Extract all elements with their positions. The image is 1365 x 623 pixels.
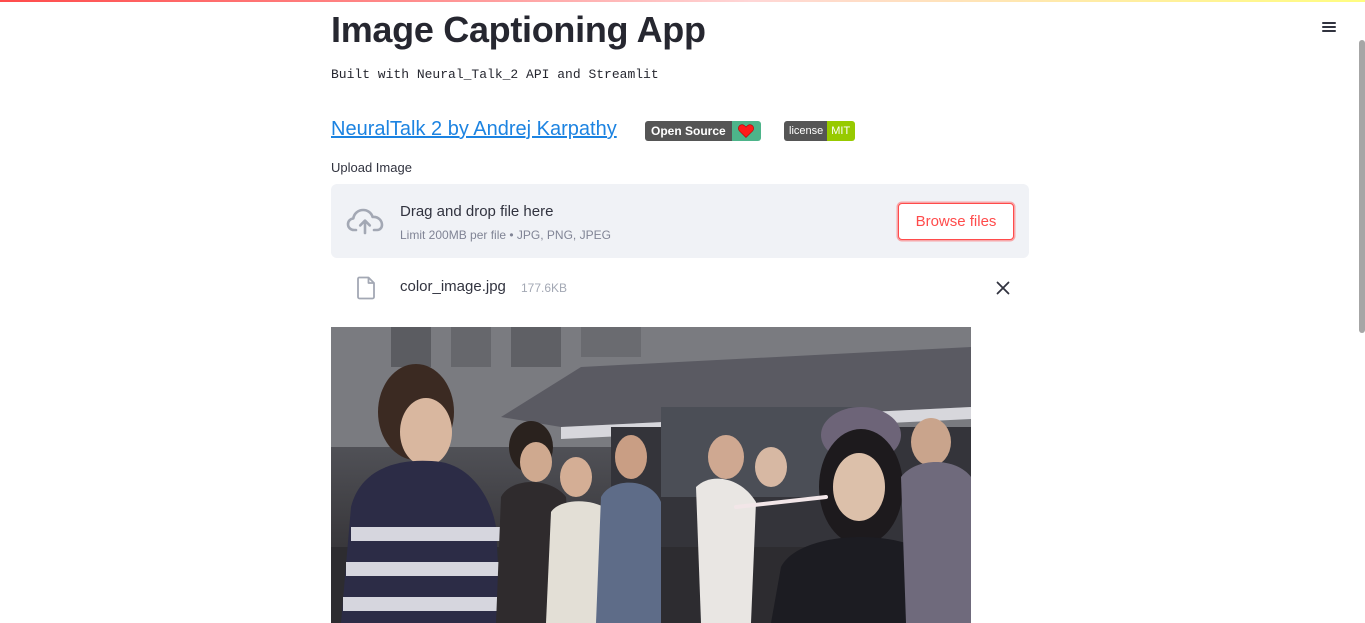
neuraltalk-link[interactable]: NeuralTalk 2 by Andrej Karpathy <box>331 118 617 141</box>
uploaded-file-size: 177.6KB <box>521 281 568 295</box>
cloud-upload-icon <box>346 206 384 236</box>
uploaded-file-name: color_image.jpg <box>400 278 506 295</box>
close-icon[interactable] <box>994 279 1012 297</box>
open-source-badge[interactable]: Open Source <box>645 121 761 141</box>
open-source-badge-label: Open Source <box>645 121 732 141</box>
heart-icon <box>731 121 761 141</box>
dropzone-title: Drag and drop file here <box>400 203 554 220</box>
scrollbar-thumb[interactable] <box>1359 40 1365 333</box>
top-decoration-bar <box>0 0 1365 2</box>
page-title: Image Captioning App <box>331 9 706 50</box>
uploaded-image-preview <box>331 327 971 623</box>
page-subtitle: Built with Neural_Talk_2 API and Streaml… <box>331 67 659 82</box>
file-icon <box>356 276 376 300</box>
license-badge-label: license <box>784 121 828 141</box>
scrollbar[interactable] <box>1358 0 1365 623</box>
hamburger-menu-icon[interactable] <box>1321 20 1337 36</box>
upload-label: Upload Image <box>331 160 412 175</box>
file-dropzone[interactable]: Drag and drop file here Limit 200MB per … <box>331 184 1029 258</box>
license-badge-value: MIT <box>827 121 856 141</box>
dropzone-subtitle: Limit 200MB per file • JPG, PNG, JPEG <box>400 228 611 242</box>
license-badge[interactable]: license MIT <box>784 121 856 141</box>
uploaded-file-row: color_image.jpg 177.6KB <box>331 268 1029 308</box>
browse-files-button[interactable]: Browse files <box>898 203 1014 240</box>
